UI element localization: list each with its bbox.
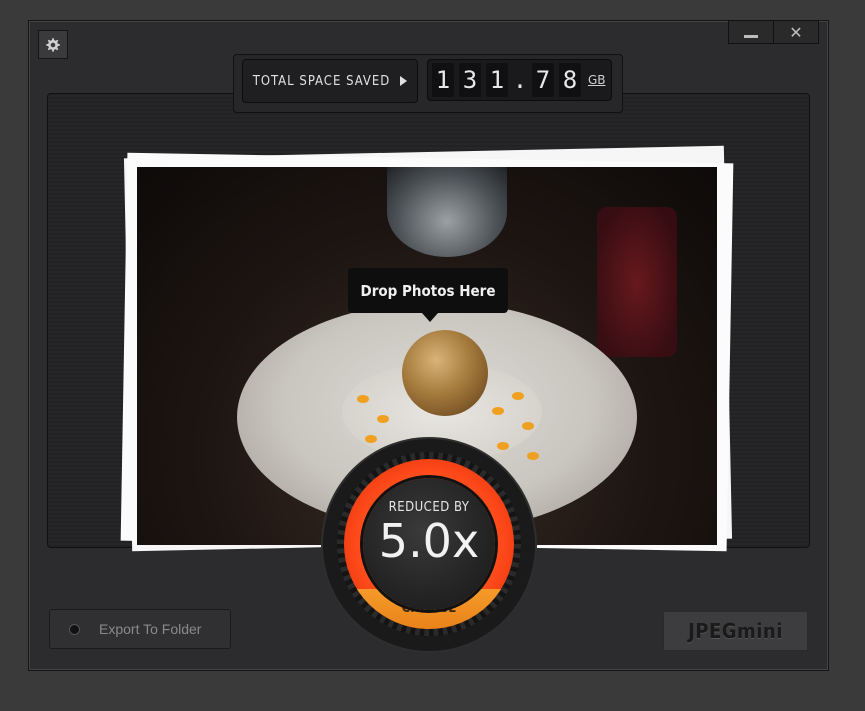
jpegmini-logo: JPEGmini xyxy=(663,611,808,651)
total-space-label: TOTAL SPACE SAVED xyxy=(252,73,391,89)
sauce-dot xyxy=(492,407,504,415)
minimize-icon xyxy=(744,34,758,38)
radio-indicator-icon xyxy=(69,623,80,635)
play-icon xyxy=(400,76,408,86)
reduced-by-label: REDUCED BY xyxy=(388,500,470,515)
counter-decimal: . xyxy=(512,66,528,94)
gauge-readout: REDUCED BY 5.0x xyxy=(363,478,495,610)
drop-photos-tooltip: Drop Photos Here xyxy=(348,268,508,322)
sauce-dot xyxy=(497,442,509,450)
window-controls: ✕ xyxy=(728,20,819,44)
counter-digit: 7 xyxy=(532,63,554,97)
metal-cup xyxy=(387,167,507,257)
counter-unit: GB xyxy=(588,73,606,87)
sauce-dot xyxy=(357,395,369,403)
close-button[interactable]: ✕ xyxy=(773,21,818,43)
counter-digit: 8 xyxy=(559,63,581,97)
sauce-dot xyxy=(512,392,524,400)
counter-digit: 1 xyxy=(432,63,454,97)
sauce-dot xyxy=(527,452,539,460)
export-to-folder-label: Export To Folder xyxy=(99,621,202,637)
dessert-sphere xyxy=(402,330,488,416)
close-icon: ✕ xyxy=(789,22,803,42)
settings-button[interactable] xyxy=(38,30,68,59)
space-counter: 1 3 1 . 7 8 GB xyxy=(427,59,612,101)
gear-icon xyxy=(46,37,60,52)
reduced-by-value: 5.0x xyxy=(378,514,480,568)
wine-glass xyxy=(597,207,677,357)
export-to-folder-button[interactable]: Export To Folder xyxy=(49,609,231,649)
minimize-button[interactable] xyxy=(729,21,773,43)
sauce-dot xyxy=(377,415,389,423)
sauce-dot xyxy=(522,422,534,430)
counter-digit: 3 xyxy=(459,63,481,97)
sauce-dot xyxy=(365,435,377,443)
counter-digit: 1 xyxy=(486,63,508,97)
total-space-saved-button[interactable]: TOTAL SPACE SAVED xyxy=(242,59,418,103)
